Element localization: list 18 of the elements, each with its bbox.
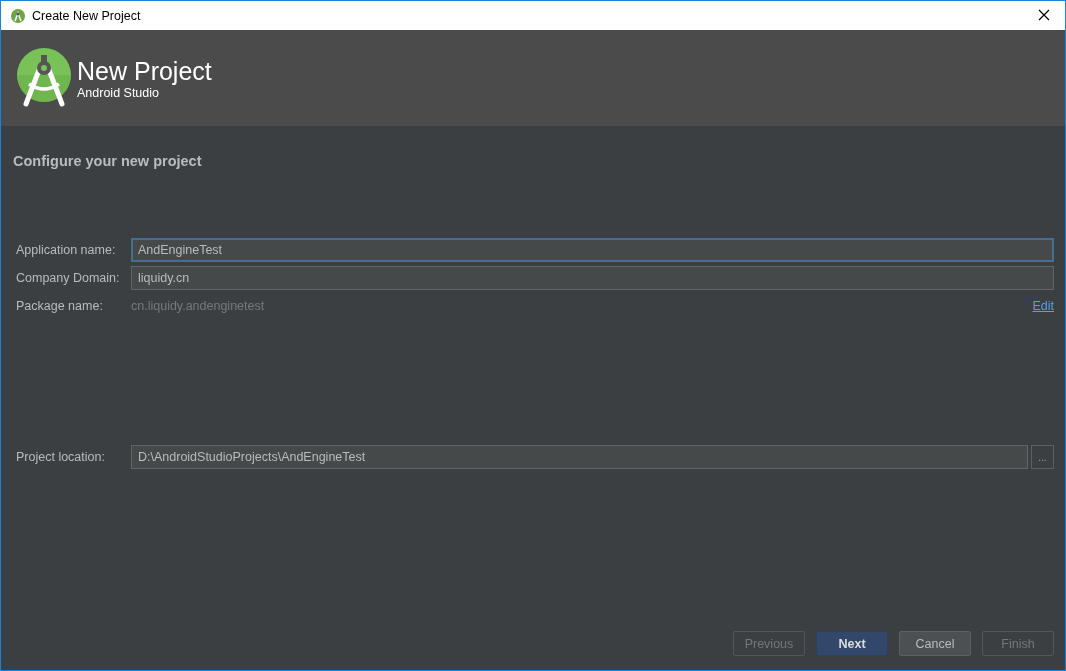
location-field[interactable]: D:\AndroidStudioProjects\AndEngineTest — [131, 445, 1028, 469]
text-field[interactable]: liquidy.cn — [131, 266, 1054, 290]
edit-link[interactable]: Edit — [1032, 299, 1054, 313]
text-field[interactable]: AndEngineTest — [131, 238, 1054, 262]
field-label: Application name: — [16, 243, 117, 257]
dialog-button[interactable]: Next — [816, 631, 888, 656]
header-subtitle: Android Studio — [77, 86, 160, 100]
android-studio-icon — [11, 8, 25, 23]
compass-logo-icon — [15, 46, 73, 110]
window-title: Create New Project — [32, 8, 142, 23]
field-label: Package name: — [16, 299, 104, 313]
header-title: New Project — [77, 56, 212, 86]
package-name-value: cn.liquidy.andenginetest — [131, 299, 265, 313]
field-label: Company Domain: — [16, 271, 121, 285]
browse-button[interactable]: ... — [1030, 445, 1054, 469]
field-label: Project location: — [16, 450, 106, 464]
dialog-button[interactable]: Cancel — [899, 631, 971, 656]
section-title: Configure your new project — [13, 153, 203, 169]
